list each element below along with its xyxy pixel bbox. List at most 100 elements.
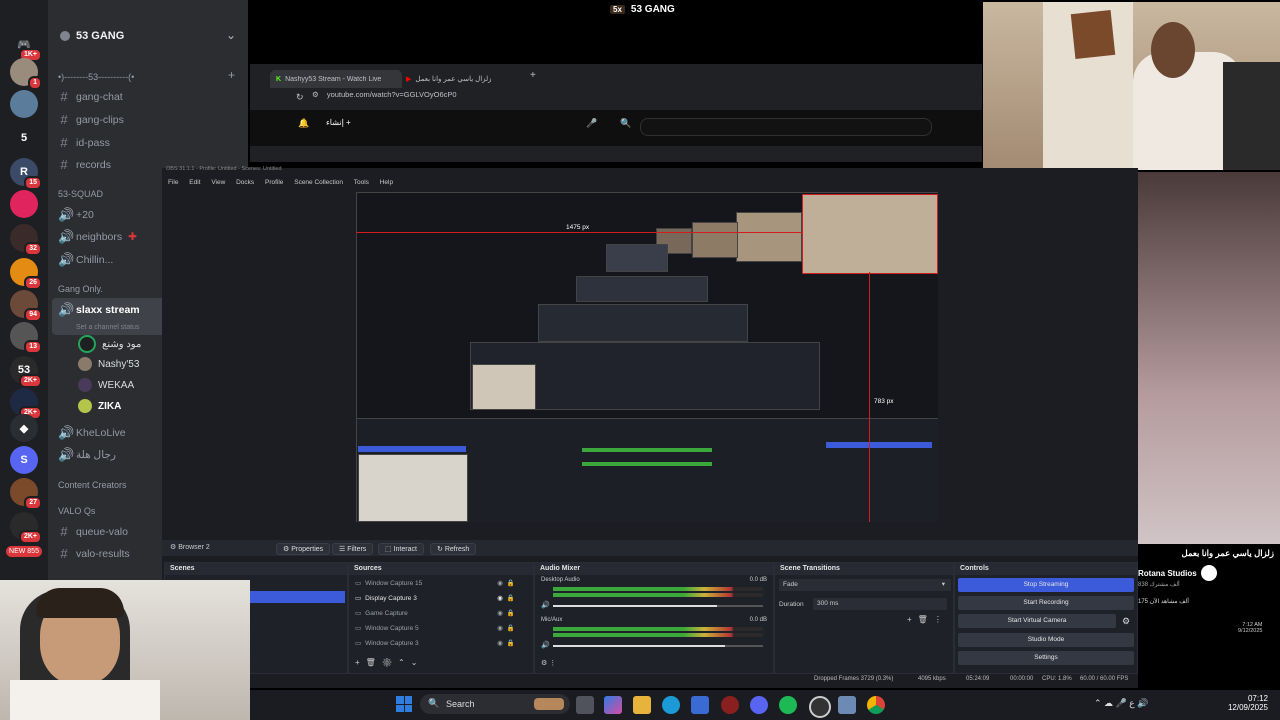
add-icon[interactable]: + bbox=[355, 658, 366, 667]
menu-view[interactable]: View bbox=[211, 179, 225, 186]
mic-icon[interactable]: 🎤 bbox=[586, 118, 597, 129]
server-icon[interactable]: 27 bbox=[10, 478, 42, 510]
discord-home-icon[interactable]: 🎮 1K+ bbox=[10, 30, 42, 62]
filters-button[interactable]: ☰ Filters bbox=[332, 543, 374, 555]
browser-tab[interactable]: K Nashyy53 Stream - Watch Live bbox=[270, 70, 402, 88]
trash-icon[interactable]: 🗑 bbox=[918, 615, 934, 624]
refresh-icon[interactable]: ↻ bbox=[296, 92, 304, 103]
duration-input[interactable]: 300 ms bbox=[813, 598, 947, 610]
server-header[interactable]: 53 GANG ⌄ bbox=[48, 22, 248, 52]
category-53-squad[interactable]: 53-SQUAD bbox=[58, 189, 103, 199]
server-icon[interactable]: 94 bbox=[10, 290, 42, 322]
menu-tools[interactable]: Tools bbox=[354, 179, 369, 186]
channel-gang-clips[interactable]: # gang-clips bbox=[58, 112, 124, 127]
file-explorer-icon[interactable] bbox=[633, 696, 651, 714]
properties-button[interactable]: ⚙ Properties bbox=[276, 543, 331, 555]
channel-records[interactable]: # records bbox=[58, 157, 111, 172]
live-video[interactable] bbox=[1138, 172, 1280, 544]
voice-user[interactable]: WEKAA bbox=[78, 378, 134, 392]
server-icon[interactable]: 5 bbox=[10, 124, 38, 152]
channel-id-pass[interactable]: # id-pass bbox=[58, 135, 109, 150]
new-tab-button[interactable]: + bbox=[530, 70, 536, 81]
menu-scene-collection[interactable]: Scene Collection bbox=[294, 179, 343, 186]
start-virtual-camera-button[interactable]: Start Virtual Camera bbox=[958, 614, 1116, 628]
browser-tab[interactable]: ▶ زلزال ياسي عمر وانا بعمل bbox=[400, 70, 532, 88]
eye-icon[interactable]: ◉ bbox=[497, 639, 503, 647]
search-icon[interactable]: 🔍 bbox=[620, 118, 631, 129]
store-icon[interactable] bbox=[691, 696, 709, 714]
video-title[interactable]: زلزال ياسي عمر وانا بعمل bbox=[1138, 548, 1280, 559]
server-icon[interactable]: 13 bbox=[10, 322, 42, 354]
app-icon[interactable] bbox=[838, 696, 856, 714]
source-item[interactable]: ▭ Window Capture 3 ◉ 🔒 bbox=[355, 639, 515, 648]
windows-start-icon[interactable] bbox=[396, 696, 412, 712]
voice-user[interactable]: ZIKA bbox=[78, 399, 121, 413]
source-item[interactable]: ▭ Window Capture 5 ◉ 🔒 bbox=[355, 624, 515, 633]
mic-icon[interactable]: 🔊 bbox=[541, 641, 550, 649]
scene-item-selected[interactable] bbox=[249, 591, 345, 603]
interact-button[interactable]: ⬚ Interact bbox=[378, 543, 424, 555]
tray-icons[interactable]: ⌃ ☁ 🎤 ع 🔊 bbox=[1094, 698, 1148, 709]
source-item[interactable]: ▭ Window Capture 15 ◉ 🔒 bbox=[355, 579, 515, 588]
lock-icon[interactable]: 🔒 bbox=[507, 624, 515, 632]
add-channel-icon[interactable]: + bbox=[228, 68, 235, 82]
discord-icon[interactable] bbox=[750, 696, 768, 714]
server-icon[interactable]: 1 bbox=[10, 58, 42, 90]
voice-user[interactable]: Nashy'53 bbox=[78, 357, 139, 371]
menu-profile[interactable]: Profile bbox=[265, 179, 283, 186]
menu-help[interactable]: Help bbox=[380, 179, 393, 186]
server-icon[interactable]: S bbox=[10, 446, 38, 474]
channel-valo-results[interactable]: # valo-results bbox=[58, 546, 129, 561]
start-recording-button[interactable]: Start Recording bbox=[958, 596, 1134, 610]
menu-edit[interactable]: Edit bbox=[189, 179, 200, 186]
youtube-search-input[interactable] bbox=[640, 118, 932, 136]
server-icon[interactable]: 26 bbox=[10, 258, 42, 290]
speaker-icon[interactable]: 🔊 bbox=[541, 601, 550, 609]
eye-icon[interactable]: ◉ bbox=[497, 579, 503, 587]
lock-icon[interactable]: 🔒 bbox=[507, 609, 515, 617]
server-icon[interactable]: 2K+ bbox=[10, 388, 42, 420]
voice-user[interactable]: مود وشنع bbox=[78, 335, 141, 353]
chevron-down-icon[interactable]: ⌄ bbox=[226, 28, 236, 42]
server-icon[interactable]: 53 2K+ bbox=[10, 356, 42, 388]
voice-channel-khelolive[interactable]: 🔊 KheLoLive bbox=[58, 425, 126, 441]
settings-button[interactable]: Settings bbox=[958, 651, 1134, 665]
eye-icon[interactable]: ◉ bbox=[497, 624, 503, 632]
obs-icon[interactable] bbox=[809, 696, 831, 718]
volume-slider[interactable] bbox=[553, 605, 763, 607]
channel-queue-valo[interactable]: # queue-valo bbox=[58, 524, 128, 539]
create-button[interactable]: إنشاء + bbox=[326, 118, 351, 127]
voice-channel-chillin[interactable]: 🔊 Chillin... bbox=[58, 252, 113, 268]
source-item[interactable]: ▭ Game Capture ◉ 🔒 bbox=[355, 609, 515, 618]
server-icon[interactable] bbox=[10, 190, 38, 218]
gear-icon[interactable]: ⚙ bbox=[382, 658, 398, 667]
channel-gang-chat[interactable]: # gang-chat bbox=[58, 89, 122, 104]
arrow-down-icon[interactable]: ⌄ bbox=[411, 658, 424, 667]
lock-icon[interactable]: 🔒 bbox=[507, 639, 515, 647]
app-icon[interactable] bbox=[721, 696, 739, 714]
lock-icon[interactable]: 🔒 bbox=[507, 579, 515, 587]
voice-channel-plus20[interactable]: 🔊 +20 bbox=[58, 207, 94, 223]
address-bar[interactable]: ⚙ youtube.com/watch?v=GGLVOyO6cP0 bbox=[312, 90, 982, 106]
server-icon[interactable]: R 15 bbox=[10, 158, 42, 190]
notifications-icon[interactable]: 🔔 bbox=[298, 118, 309, 129]
virtual-camera-settings-icon[interactable]: ⚙ bbox=[1122, 616, 1130, 627]
edge-icon[interactable] bbox=[662, 696, 680, 714]
chrome-icon[interactable] bbox=[867, 696, 885, 714]
channel-name[interactable]: Rotana Studios bbox=[1138, 569, 1197, 578]
trash-icon[interactable]: 🗑 bbox=[366, 658, 382, 667]
server-icon[interactable]: 2K+ bbox=[10, 512, 42, 544]
refresh-button[interactable]: ↻ Refresh bbox=[430, 543, 477, 555]
volume-slider[interactable] bbox=[553, 645, 763, 647]
task-view-icon[interactable] bbox=[576, 696, 594, 714]
studio-mode-button[interactable]: Studio Mode bbox=[958, 633, 1134, 647]
menu-docks[interactable]: Docks bbox=[236, 179, 254, 186]
taskbar-search[interactable]: 🔍 Search bbox=[420, 694, 570, 714]
source-item[interactable]: ▭ Display Capture 3 ◉ 🔒 bbox=[355, 594, 515, 603]
voice-channel-neighbors[interactable]: 🔊 neighbors ✚ bbox=[58, 229, 137, 245]
lock-icon[interactable]: 🔒 bbox=[507, 594, 515, 602]
server-icon[interactable]: ◆ bbox=[10, 414, 38, 442]
eye-icon[interactable]: ◉ bbox=[497, 594, 503, 602]
stop-streaming-button[interactable]: Stop Streaming bbox=[958, 578, 1134, 592]
channel-avatar[interactable] bbox=[1200, 565, 1217, 581]
